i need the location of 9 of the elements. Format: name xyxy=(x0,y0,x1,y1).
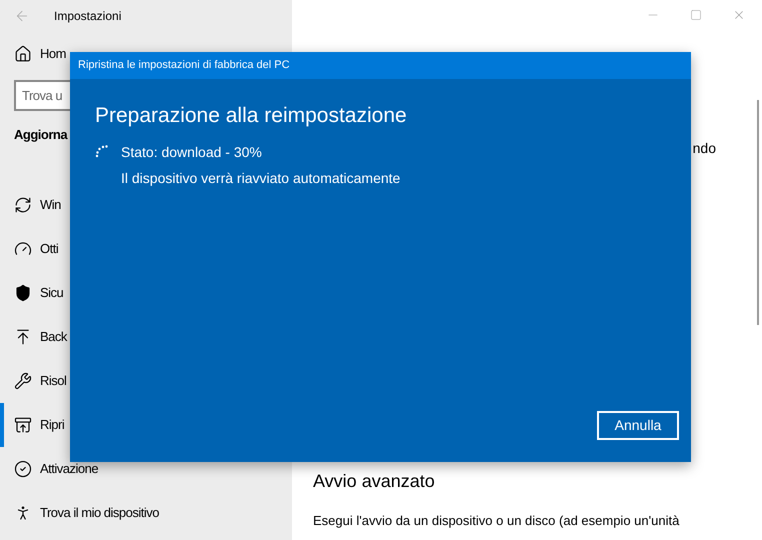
status-text: Stato: download - 30% xyxy=(121,142,263,162)
note-text: Il dispositivo verrà riavviato automaticamente xyxy=(121,168,400,188)
dialog-title: Ripristina le impostazioni di fabbrica del PC xyxy=(78,58,290,74)
dialog-heading: Preparazione alla reimpostazione xyxy=(94,103,408,129)
section-heading: Avvio avanzato xyxy=(313,470,435,493)
body-text: Esegui l'avvio da un dispositivo o un disco (ad esempio un'unità xyxy=(313,512,680,530)
body-text: ndo xyxy=(692,139,716,158)
section-heading: Aggiorna xyxy=(13,126,69,144)
window-title: Impostazioni xyxy=(54,8,122,25)
